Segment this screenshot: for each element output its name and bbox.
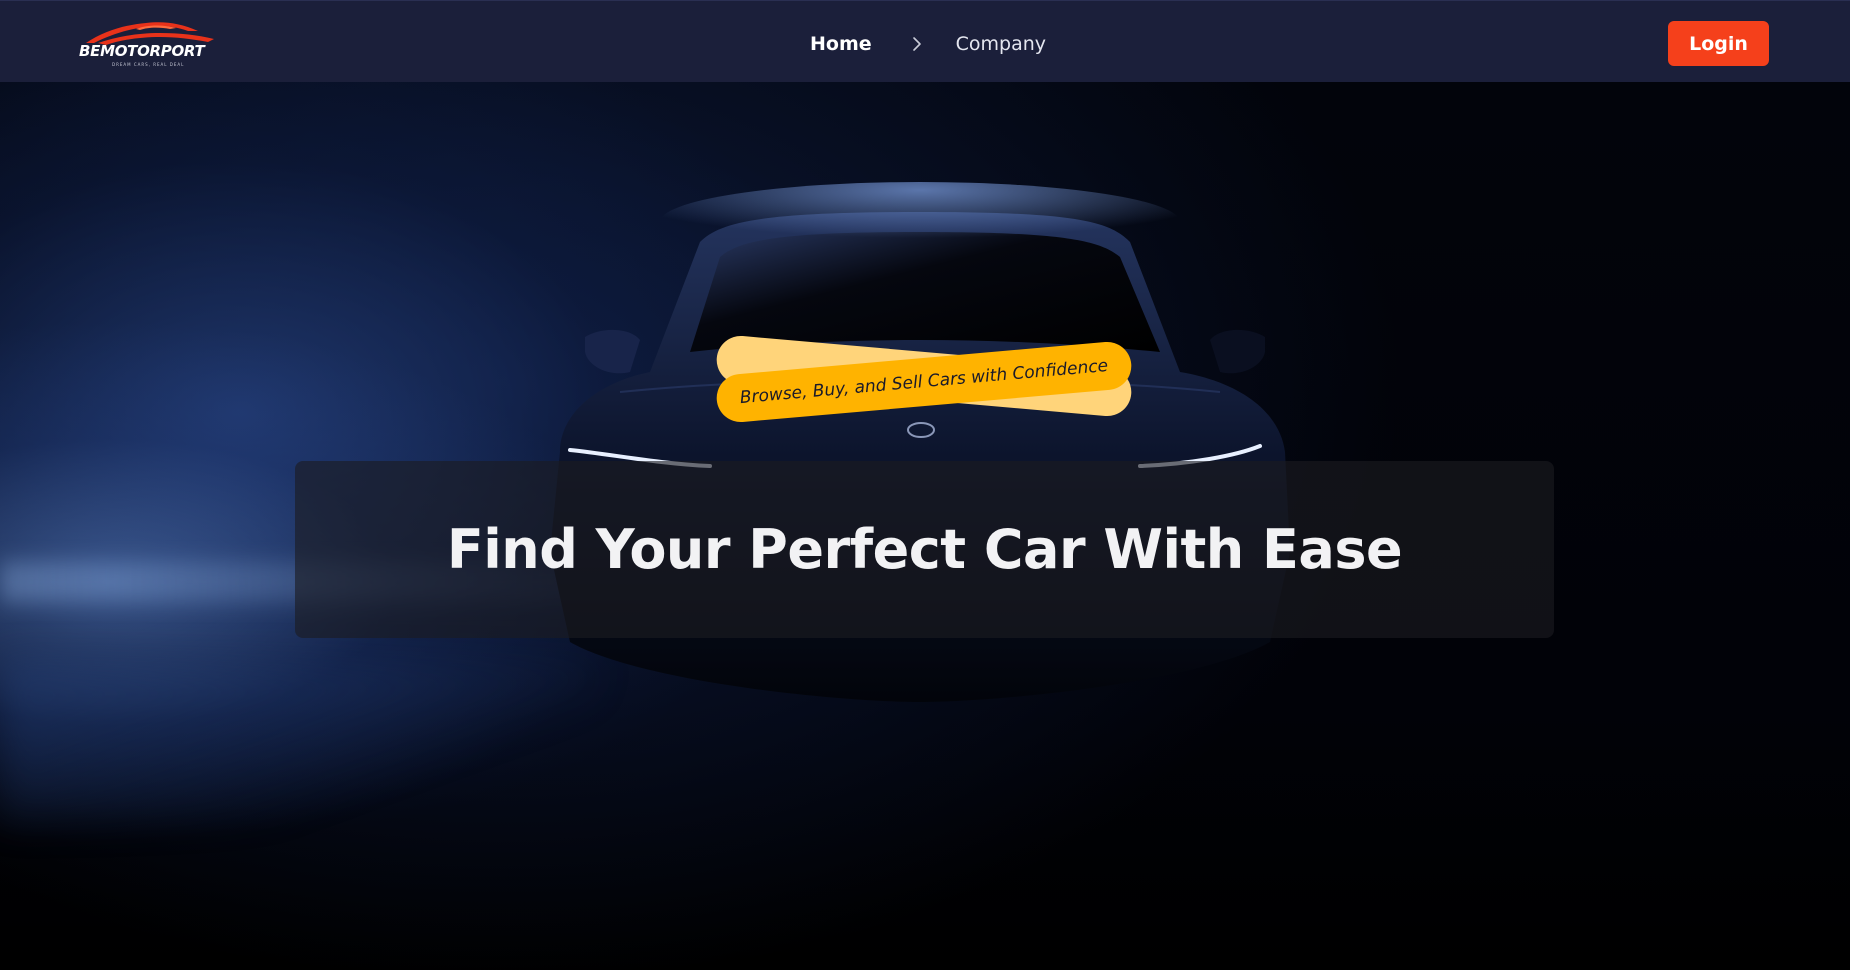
hero-section: Browse, Buy, and Sell Cars with Confiden… xyxy=(0,82,1850,970)
headline-card: Find Your Perfect Car With Ease xyxy=(295,461,1554,638)
brand-logo[interactable]: BEMOTORPORT DREAM CARS, REAL DEAL xyxy=(76,17,226,69)
tagline-ribbon: Browse, Buy, and Sell Cars with Confiden… xyxy=(714,333,1134,426)
nav-company-link[interactable]: Company xyxy=(956,33,1046,55)
logo-tagline: DREAM CARS, REAL DEAL xyxy=(112,62,185,67)
hero-headline: Find Your Perfect Car With Ease xyxy=(446,518,1403,581)
site-header: BEMOTORPORT DREAM CARS, REAL DEAL Home C… xyxy=(0,0,1850,82)
nav-home-link[interactable]: Home xyxy=(810,33,872,55)
logo-wordmark: BEMOTORPORT xyxy=(79,42,205,60)
chevron-right-icon xyxy=(912,36,922,52)
login-button[interactable]: Login xyxy=(1668,21,1769,66)
breadcrumb: Home Company xyxy=(810,29,1046,59)
